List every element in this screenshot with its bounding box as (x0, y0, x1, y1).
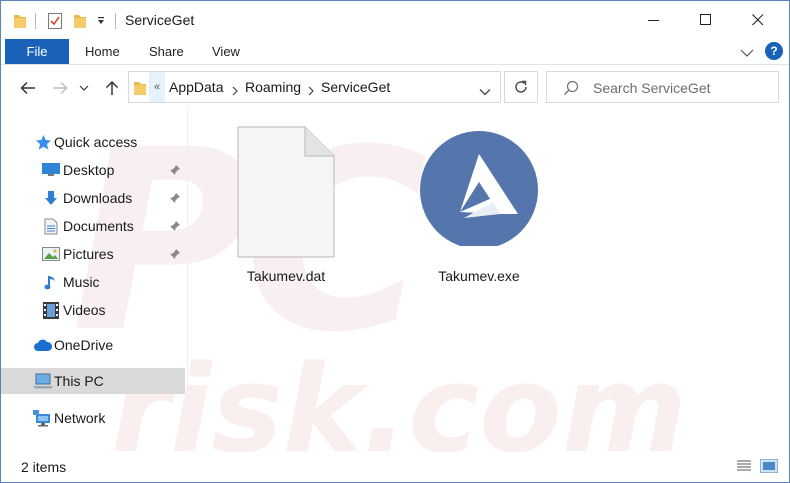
sidebar-item-onedrive[interactable]: OneDrive (1, 332, 185, 358)
file-name: Takumev.dat (246, 268, 326, 284)
file-item-takumev-exe[interactable]: Takumev.exe (409, 126, 549, 291)
search-input[interactable]: Search ServiceGet (593, 80, 711, 96)
folder-icon (13, 11, 27, 31)
sidebar-item-quick-access[interactable]: Quick access (1, 129, 185, 155)
address-overflow-button[interactable]: « (149, 72, 165, 102)
app-logo-icon (420, 126, 538, 249)
sidebar-item-this-pc[interactable]: This PC (1, 368, 185, 394)
blank-file-icon (237, 126, 335, 261)
refresh-button[interactable] (504, 71, 538, 103)
computer-icon (33, 372, 53, 390)
cloud-icon (33, 336, 53, 354)
sidebar-item-documents[interactable]: Documents (1, 213, 185, 239)
sidebar-item-downloads[interactable]: Downloads (1, 185, 185, 211)
picture-icon (42, 245, 60, 263)
folder-icon (133, 80, 147, 101)
download-icon (42, 189, 60, 207)
separator (35, 13, 36, 29)
search-box[interactable]: Search ServiceGet (546, 71, 779, 103)
pin-icon[interactable] (169, 163, 181, 179)
document-icon (42, 217, 60, 235)
breadcrumb-roaming[interactable]: Roaming (245, 79, 301, 95)
sidebar-item-pictures[interactable]: Pictures (1, 241, 185, 267)
network-icon (33, 409, 53, 427)
watermark: risk.com (111, 341, 687, 480)
navigation-pane: Quick access Desktop Downloads Documents… (1, 119, 187, 451)
window-title: ServiceGet (125, 12, 195, 28)
sidebar-item-videos[interactable]: Videos (1, 297, 185, 323)
ribbon-tabs: File Home Share View ? (1, 39, 789, 64)
video-icon (42, 301, 60, 319)
tab-file[interactable]: File (5, 39, 69, 64)
title-bar: ServiceGet (1, 1, 789, 39)
minimize-button[interactable] (631, 5, 677, 35)
chevron-right-icon[interactable] (307, 83, 315, 101)
maximize-button[interactable] (683, 5, 729, 35)
ribbon-divider (1, 64, 789, 65)
music-icon (42, 273, 60, 291)
back-button[interactable] (17, 77, 39, 99)
star-icon (34, 133, 52, 151)
pin-icon[interactable] (169, 247, 181, 263)
pane-divider[interactable] (187, 107, 188, 453)
customize-toolbar-dropdown-icon[interactable] (96, 11, 106, 31)
explorer-window: PC risk.com ServiceGet File Home Sh (0, 0, 790, 483)
status-item-count: 2 items (21, 459, 67, 475)
breadcrumb-appdata[interactable]: AppData (169, 79, 223, 95)
recent-locations-dropdown-icon[interactable] (77, 77, 91, 99)
close-button[interactable] (735, 5, 781, 35)
pin-icon[interactable] (169, 191, 181, 207)
up-button[interactable] (101, 77, 123, 99)
tab-home[interactable]: Home (85, 39, 120, 64)
forward-button[interactable] (49, 77, 71, 99)
sidebar-item-desktop[interactable]: Desktop (1, 157, 185, 183)
file-item-takumev-dat[interactable]: Takumev.dat (216, 126, 356, 291)
desktop-icon (42, 161, 60, 179)
separator (115, 13, 116, 29)
address-bar[interactable]: « AppData Roaming ServiceGet (128, 71, 501, 103)
chevron-right-icon[interactable] (231, 83, 239, 101)
details-view-button[interactable] (735, 459, 753, 473)
pin-icon[interactable] (169, 219, 181, 235)
tab-view[interactable]: View (212, 39, 240, 64)
address-history-dropdown-icon[interactable] (479, 83, 491, 101)
breadcrumb-serviceget[interactable]: ServiceGet (321, 79, 390, 95)
properties-icon[interactable] (47, 11, 63, 31)
expand-ribbon-icon[interactable] (740, 45, 754, 63)
new-folder-icon[interactable] (73, 11, 87, 31)
file-name: Takumev.exe (438, 268, 520, 284)
search-icon (563, 80, 579, 101)
sidebar-item-network[interactable]: Network (1, 405, 185, 431)
tab-share[interactable]: Share (149, 39, 184, 64)
large-icons-view-button[interactable] (759, 458, 779, 474)
help-icon[interactable]: ? (765, 42, 783, 60)
sidebar-item-music[interactable]: Music (1, 269, 185, 295)
